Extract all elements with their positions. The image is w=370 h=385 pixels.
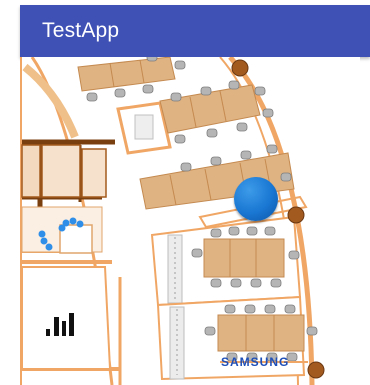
signal-bars-icon — [41, 303, 81, 339]
app-bar: TestApp — [20, 5, 370, 57]
desk-cluster-middle — [139, 144, 308, 229]
location-dot-icon[interactable] — [234, 177, 278, 221]
desk-cluster-top — [77, 57, 186, 102]
app-title: TestApp — [42, 19, 120, 42]
conference-room-1 — [150, 215, 302, 307]
desk-cluster-room — [116, 80, 274, 155]
floor-map[interactable]: SAMSUNG — [20, 57, 360, 385]
brand-label: SAMSUNG — [221, 355, 290, 369]
